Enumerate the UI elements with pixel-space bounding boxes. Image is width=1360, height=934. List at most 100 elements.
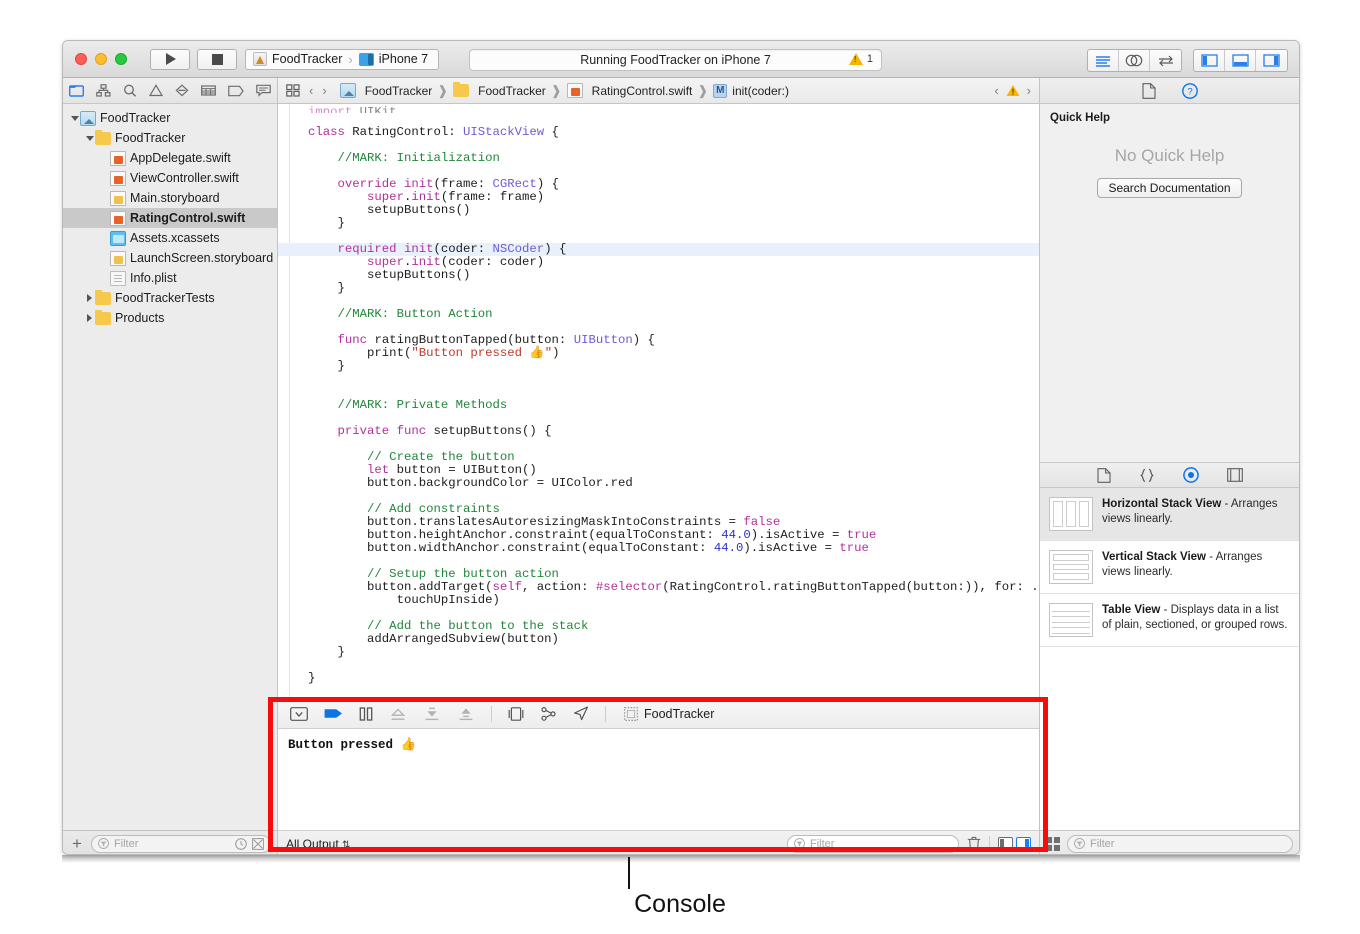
disclosure-triangle-icon[interactable]: [69, 115, 80, 121]
add-file-button[interactable]: +: [69, 835, 85, 852]
warning-indicator[interactable]: 1: [848, 53, 873, 65]
library-item[interactable]: Horizontal Stack View - Arranges views l…: [1040, 488, 1299, 541]
screenshot-root: FoodTracker › iPhone 7 Running FoodTrack…: [0, 0, 1360, 934]
pause-icon[interactable]: [359, 706, 373, 721]
disclosure-triangle-icon[interactable]: [84, 135, 95, 141]
caption-leader-line: [628, 857, 630, 889]
code-token: // Setup the button action: [367, 567, 559, 581]
view-hierarchy-icon[interactable]: [540, 706, 557, 721]
find-navigator-icon[interactable]: [123, 84, 137, 97]
location-simulate-icon[interactable]: [573, 706, 589, 721]
code-token: 44.0: [713, 541, 744, 555]
navigator-row-assets-xcassets[interactable]: Assets.xcassets: [63, 228, 277, 248]
scheme-selector[interactable]: FoodTracker › iPhone 7: [245, 48, 440, 70]
quick-help-icon[interactable]: ?: [1181, 82, 1198, 99]
breadcrumb-symbol[interactable]: init(coder:): [732, 84, 789, 98]
disclosure-triangle-icon[interactable]: [84, 294, 95, 302]
console-filter-field[interactable]: Filter: [787, 834, 959, 853]
report-navigator-icon[interactable]: [256, 84, 271, 97]
zoom-button[interactable]: [115, 53, 127, 65]
code-line: addArrangedSubview(button): [308, 633, 1039, 646]
code-token: , action:: [522, 580, 596, 594]
navigator-filter-field[interactable]: Filter: [90, 834, 271, 853]
issue-navigator-icon[interactable]: [149, 84, 163, 97]
project-navigator-tree[interactable]: FoodTracker FoodTracker AppDelegate.swift V…: [63, 104, 277, 830]
footer-separator: [989, 835, 990, 852]
navigate-forward-button[interactable]: ›: [322, 83, 326, 98]
hide-console-icon[interactable]: [290, 706, 308, 721]
code-token: addArrangedSubview(button): [367, 632, 559, 646]
console-output[interactable]: Button pressed 👍: [278, 729, 1039, 830]
media-library-icon[interactable]: [1226, 468, 1243, 482]
code-snippet-library-icon[interactable]: [1139, 468, 1155, 483]
project-navigator-icon[interactable]: [69, 84, 84, 97]
breakpoint-navigator-icon[interactable]: [228, 85, 244, 97]
close-button[interactable]: [75, 53, 87, 65]
file-inspector-icon[interactable]: [1141, 82, 1156, 99]
trash-icon[interactable]: [967, 836, 981, 851]
code-token: UIKit: [359, 106, 397, 113]
recent-files-filter-icon[interactable]: [235, 837, 247, 850]
object-library-icon[interactable]: [1182, 467, 1199, 483]
step-out-icon[interactable]: [457, 707, 475, 721]
breadcrumb-file[interactable]: RatingControl.swift: [592, 84, 693, 98]
file-template-library-icon[interactable]: [1096, 467, 1111, 483]
show-console-view-button[interactable]: [1016, 837, 1031, 850]
toggle-debug-area-button[interactable]: [1225, 50, 1256, 71]
stop-button[interactable]: [197, 48, 237, 70]
disclosure-triangle-icon[interactable]: [84, 314, 95, 322]
library-view-mode-icon[interactable]: [1046, 836, 1060, 851]
show-variables-view-button[interactable]: [998, 837, 1013, 850]
run-button[interactable]: [150, 48, 190, 70]
next-issue-button[interactable]: ›: [1027, 83, 1031, 98]
related-items-icon[interactable]: [286, 84, 300, 97]
navigator-row-foodtracker[interactable]: FoodTracker: [63, 108, 277, 128]
view-debugging-icon[interactable]: [508, 706, 524, 721]
source-control-filter-icon[interactable]: [252, 837, 264, 850]
search-documentation-button[interactable]: Search Documentation: [1097, 178, 1242, 198]
navigator-row-products[interactable]: Products: [63, 308, 277, 328]
navigate-back-button[interactable]: ‹: [309, 83, 313, 98]
navigator-row-appdelegate-swift[interactable]: AppDelegate.swift: [63, 148, 277, 168]
breadcrumb-project[interactable]: FoodTracker: [365, 84, 433, 98]
debug-navigator-icon[interactable]: [201, 84, 216, 97]
breadcrumb-group[interactable]: FoodTracker: [478, 84, 546, 98]
assistant-editor-button[interactable]: [1119, 50, 1150, 71]
navigator-row-info-plist[interactable]: Info.plist: [63, 268, 277, 288]
scheme-name: FoodTracker: [272, 52, 343, 66]
debug-process[interactable]: FoodTracker: [624, 707, 714, 721]
navigator-row-foodtracker[interactable]: FoodTracker: [63, 128, 277, 148]
panel-toggle-segmented: [1193, 49, 1288, 72]
library-item[interactable]: Table View - Displays data in a list of …: [1040, 594, 1299, 647]
navigator-row-main-storyboard[interactable]: Main.storyboard: [63, 188, 277, 208]
navigator-row-ratingcontrol-swift[interactable]: RatingControl.swift: [63, 208, 277, 228]
minimize-button[interactable]: [95, 53, 107, 65]
output-scope-popup[interactable]: All Output ⇅: [286, 837, 350, 851]
xcode-window: FoodTracker › iPhone 7 Running FoodTrack…: [62, 40, 1300, 855]
status-text: Running FoodTracker on iPhone 7: [580, 53, 771, 67]
warning-icon[interactable]: [1006, 84, 1020, 97]
continue-icon[interactable]: [324, 707, 343, 720]
window-content: FoodTracker FoodTracker AppDelegate.swift V…: [63, 78, 1299, 854]
code-token: button.addTarget(: [367, 580, 493, 594]
version-editor-button[interactable]: [1150, 50, 1181, 71]
plist-icon: [110, 270, 126, 286]
library-filter-field[interactable]: Filter: [1067, 834, 1293, 853]
code-token: touchUpInside): [396, 593, 500, 607]
object-library-list[interactable]: Horizontal Stack View - Arranges views l…: [1040, 488, 1299, 830]
source-code-editor[interactable]: import UIKit class RatingControl: UIStac…: [278, 104, 1039, 698]
navigator-row-foodtrackertests[interactable]: FoodTrackerTests: [63, 288, 277, 308]
step-into-icon[interactable]: [423, 707, 441, 721]
step-over-icon[interactable]: [389, 707, 407, 721]
toggle-utilities-button[interactable]: [1256, 50, 1287, 71]
toggle-navigator-button[interactable]: [1194, 50, 1225, 71]
navigator-row-launchscreen-storyboard[interactable]: LaunchScreen.storyboard: [63, 248, 277, 268]
standard-editor-button[interactable]: [1088, 50, 1119, 71]
code-token: (frame:: [433, 177, 493, 191]
test-navigator-icon[interactable]: [175, 84, 189, 97]
source-control-navigator-icon[interactable]: [96, 84, 111, 97]
navigator-row-viewcontroller-swift[interactable]: ViewController.swift: [63, 168, 277, 188]
titlebar-right-controls: [1087, 49, 1288, 72]
previous-issue-button[interactable]: ‹: [994, 83, 998, 98]
library-item[interactable]: Vertical Stack View - Arranges views lin…: [1040, 541, 1299, 594]
